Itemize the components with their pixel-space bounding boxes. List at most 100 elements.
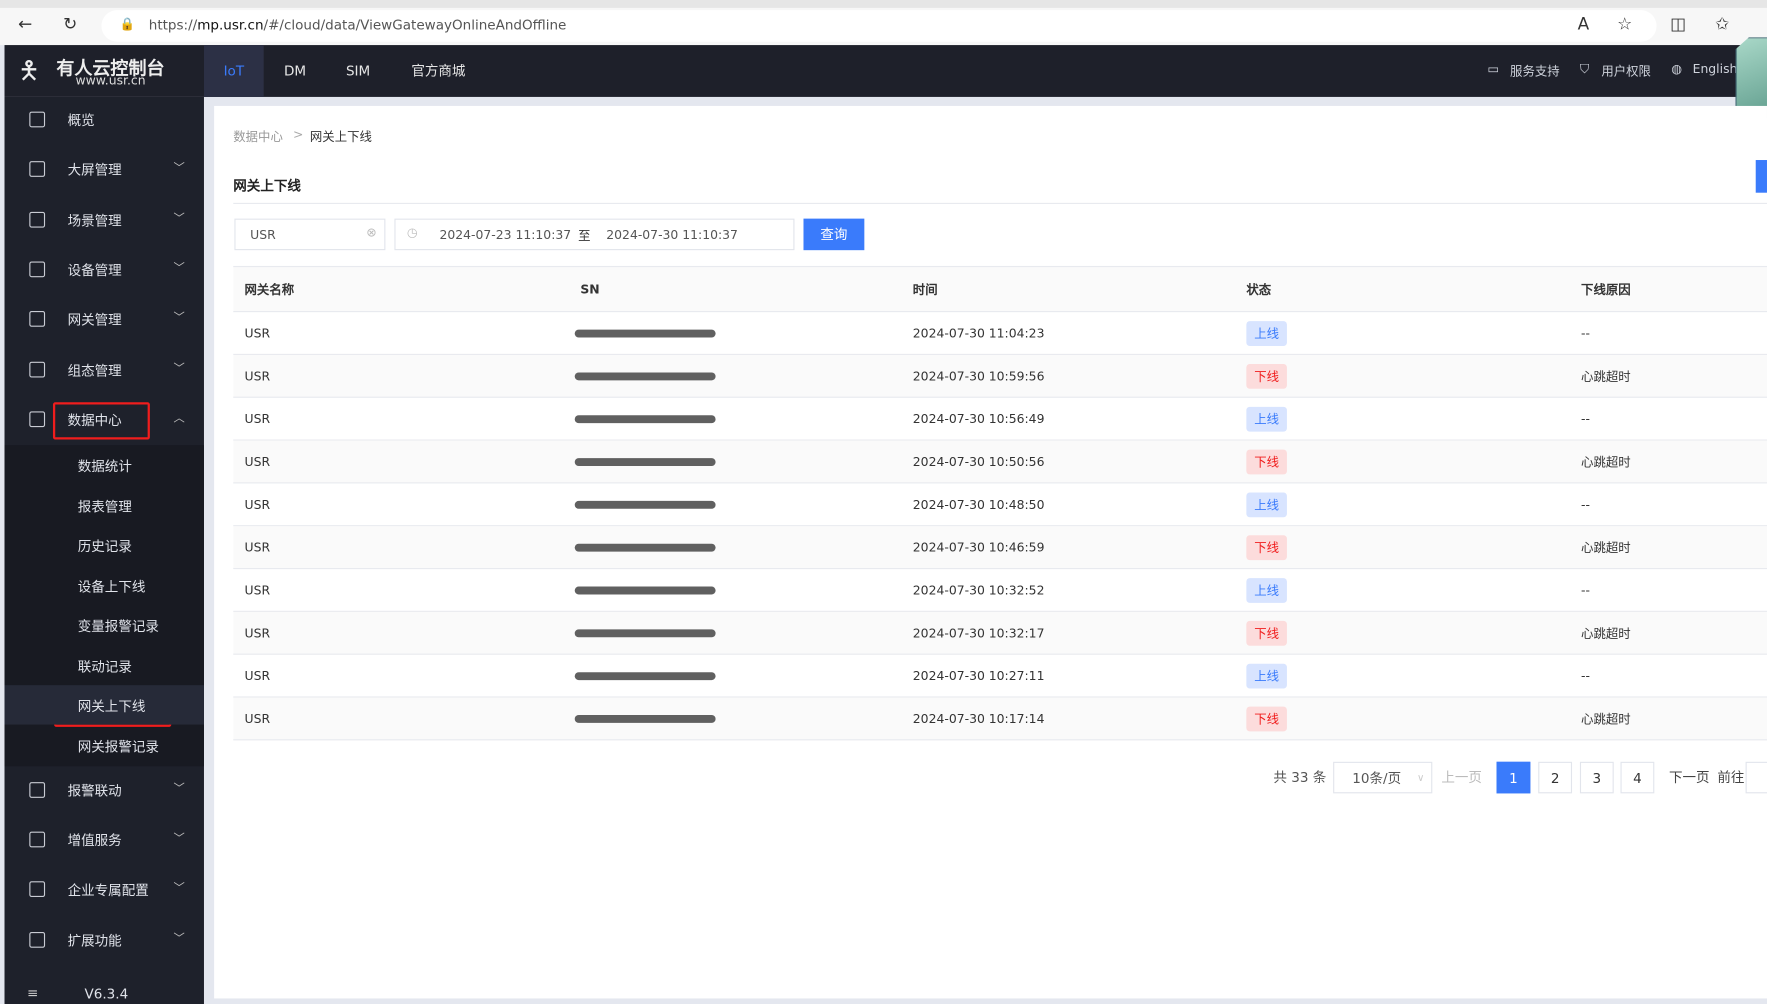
sidebar-item-after-1[interactable]: 增值服务 ﹀ — [5, 816, 204, 866]
scene-icon — [29, 211, 46, 228]
sidebar-item-0[interactable]: 概览 — [5, 96, 204, 146]
breadcrumb-current: 网关上下线 — [309, 129, 372, 145]
table-row: USR 2024-07-30 11:04:23 上线 -- — [233, 312, 1767, 355]
breadcrumb-parent[interactable]: 数据中心 — [233, 127, 283, 145]
tab-sim[interactable]: SIM — [346, 45, 370, 97]
next-page-button[interactable]: 下一页 — [1669, 762, 1710, 794]
sidebar-item-after-3[interactable]: 扩展功能 ﹀ — [5, 916, 204, 966]
sidebar-item-after-0[interactable]: 报警联动 ﹀ — [5, 766, 204, 816]
user-permissions-link[interactable]: 用户权限 — [1601, 62, 1651, 80]
enterprise-icon — [29, 881, 46, 898]
favorites-icon[interactable]: ✩ — [1715, 14, 1729, 34]
cell-reason: -- — [1581, 668, 1591, 683]
sidebar-item-label: 企业专属配置 — [67, 882, 149, 899]
cell-sn-redacted — [574, 500, 716, 509]
status-badge: 下线 — [1246, 534, 1287, 560]
gateway-table: 网关名称 SN 时间 状态 下线原因 USR 2024-07-30 11:04:… — [233, 265, 1767, 741]
goto-page-input[interactable] — [1745, 761, 1767, 794]
collapse-menu-icon[interactable]: ≡ — [27, 985, 38, 1001]
service-support-link[interactable]: 服务支持 — [1510, 62, 1560, 80]
submenu-item-7[interactable]: 网关报警记录 — [5, 726, 204, 765]
cell-sn-redacted — [574, 414, 716, 423]
cell-reason: -- — [1581, 496, 1591, 512]
submenu-item-4[interactable]: 变量报警记录 — [5, 605, 204, 644]
end-date[interactable]: 2024-07-30 11:10:37 — [606, 228, 738, 243]
header-time: 时间 — [912, 282, 938, 297]
sidebar-item-label: 概览 — [67, 112, 95, 129]
cell-time: 2024-07-30 10:48:50 — [912, 496, 1045, 512]
status-badge: 下线 — [1246, 363, 1287, 389]
table-row: USR 2024-07-30 10:46:59 下线 心跳超时 — [233, 526, 1767, 570]
cell-reason: 心跳超时 — [1581, 540, 1631, 556]
favorite-star-icon[interactable]: ☆ — [1617, 14, 1632, 34]
cell-reason: 心跳超时 — [1581, 711, 1631, 727]
sidebar-item-label: 场景管理 — [67, 212, 122, 229]
cell-time: 2024-07-30 10:32:17 — [912, 625, 1045, 641]
sidebar-item-after-2[interactable]: 企业专属配置 ﹀ — [5, 865, 204, 915]
sidebar-item-2[interactable]: 场景管理 ﹀ — [5, 196, 204, 246]
cell-name: USR — [244, 625, 271, 641]
page-size-value: 10条/页 — [1352, 770, 1402, 787]
cell-time: 2024-07-30 10:27:11 — [912, 668, 1045, 683]
cell-reason: 心跳超时 — [1581, 369, 1631, 384]
table-row: USR 2024-07-30 10:17:14 下线 心跳超时 — [233, 697, 1767, 741]
cell-name: USR — [244, 325, 271, 341]
gateway-name-input[interactable]: USR ⊗ — [234, 218, 386, 251]
url-text[interactable]: https://mp.usr.cn/#/cloud/data/ViewGatew… — [149, 17, 567, 33]
submenu-item-label: 网关上下线 — [77, 698, 146, 715]
submenu-item-6[interactable]: 网关上下线 — [4, 685, 204, 725]
chevron-down-icon: ﹀ — [173, 933, 185, 946]
header-name: 网关名称 — [244, 282, 295, 297]
back-icon[interactable]: ← — [18, 14, 32, 34]
status-badge: 上线 — [1246, 577, 1287, 603]
cell-reason: -- — [1581, 325, 1591, 341]
tab-store[interactable]: 官方商城 — [411, 45, 465, 97]
chevron-down-icon: ﹀ — [173, 832, 185, 846]
sidebar-item-label: 网关管理 — [67, 312, 122, 328]
tab-iot[interactable]: IoT — [203, 45, 264, 97]
cell-sn-redacted — [574, 671, 716, 680]
table-header: 网关名称 SN 时间 状态 下线原因 — [233, 265, 1767, 313]
sidebar-item-1[interactable]: 大屏管理 ﹀ — [5, 145, 204, 195]
prev-page-button[interactable]: 上一页 — [1441, 762, 1482, 794]
tab-dm[interactable]: DM — [284, 45, 306, 97]
split-screen-icon[interactable]: ◫ — [1670, 14, 1686, 34]
clear-icon[interactable]: ⊗ — [366, 225, 376, 240]
table-row: USR 2024-07-30 10:48:50 上线 -- — [233, 483, 1767, 527]
status-badge: 下线 — [1246, 706, 1287, 731]
chevron-down-icon: ∨ — [1416, 773, 1425, 785]
page-size-select[interactable]: 10条/页 ∨ — [1333, 761, 1433, 794]
submenu-item-2[interactable]: 历史记录 — [5, 525, 204, 564]
language-switch[interactable]: English — [1693, 62, 1738, 77]
date-range-picker[interactable]: ◷ 2024-07-23 11:10:37 至 2024-07-30 11:10… — [394, 218, 795, 251]
submenu-item-1[interactable]: 报表管理 — [5, 486, 204, 525]
cell-name: USR — [244, 411, 271, 426]
action-button-partial[interactable] — [1755, 160, 1767, 193]
chevron-up-icon: ︿ — [173, 412, 185, 425]
sidebar-item-6[interactable]: 数据中心 ︿ — [5, 396, 204, 446]
table-row: USR 2024-07-30 10:32:17 下线 心跳超时 — [233, 611, 1767, 655]
submenu-item-5[interactable]: 联动记录 — [5, 646, 204, 685]
page-button-4[interactable]: 4 — [1620, 761, 1655, 794]
page-button-3[interactable]: 3 — [1579, 761, 1614, 794]
cell-sn-redacted — [574, 329, 716, 337]
cell-sn-redacted — [574, 543, 716, 552]
page-button-2[interactable]: 2 — [1538, 761, 1573, 794]
query-button[interactable]: 查询 — [803, 218, 865, 251]
reload-icon[interactable]: ↻ — [63, 14, 77, 34]
table-row: USR 2024-07-30 10:32:52 上线 -- — [233, 569, 1767, 612]
chevron-down-icon: ﹀ — [173, 783, 185, 796]
read-aloud-icon[interactable]: A — [1578, 14, 1590, 34]
cell-time: 2024-07-30 11:04:23 — [912, 325, 1045, 341]
sidebar-item-4[interactable]: 网关管理 ﹀ — [5, 295, 204, 345]
page-button-1[interactable]: 1 — [1496, 761, 1531, 794]
brand-site: www.usr.cn — [75, 73, 146, 88]
submenu-item-0[interactable]: 数据统计 — [5, 445, 204, 484]
total-count: 共 33 条 — [1273, 769, 1327, 786]
sidebar-item-3[interactable]: 设备管理 ﹀ — [5, 246, 204, 296]
sidebar-item-5[interactable]: 组态管理 ﹀ — [5, 346, 204, 396]
start-date[interactable]: 2024-07-23 11:10:37 — [439, 228, 571, 243]
diamond-icon — [29, 831, 46, 848]
submenu-item-3[interactable]: 设备上下线 — [5, 566, 204, 605]
sidebar-item-label: 设备管理 — [67, 262, 122, 279]
